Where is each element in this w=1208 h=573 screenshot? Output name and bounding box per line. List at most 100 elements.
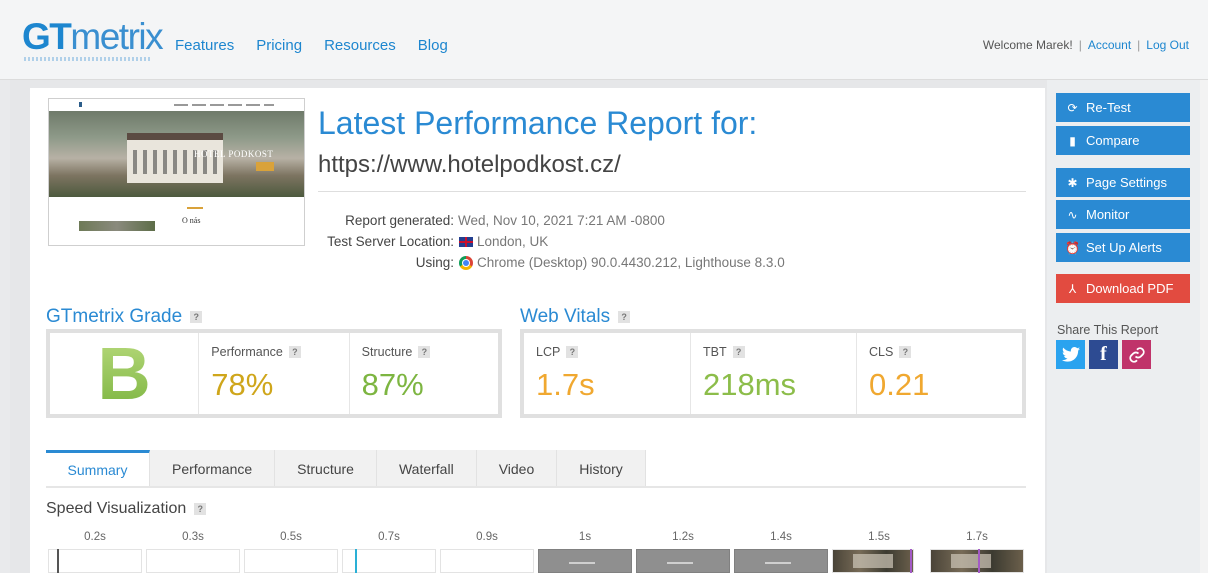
facebook-icon[interactable]: f: [1089, 340, 1118, 369]
web-vitals-title: Web Vitals?: [520, 306, 631, 328]
divider: [318, 191, 1026, 192]
thumbnail-section-text: O nás: [182, 216, 201, 225]
page-screenshot-thumbnail[interactable]: HOTEL PODKOST O nás: [48, 98, 305, 246]
filmstrip-frame[interactable]: [930, 549, 1024, 573]
tbt-value: 218ms: [703, 367, 797, 402]
web-vitals-box: LCP? 1.7s TBT? 218ms CLS? 0.21: [520, 329, 1026, 418]
filmstrip-frame[interactable]: [832, 549, 914, 573]
share-title: Share This Report: [1057, 323, 1159, 337]
cls-value: 0.21: [869, 367, 930, 402]
help-icon[interactable]: ?: [618, 311, 631, 323]
first-paint-marker: [355, 549, 357, 573]
first-byte-marker: [57, 549, 59, 573]
filmstrip-frame[interactable]: [440, 549, 534, 573]
nav-blog[interactable]: Blog: [418, 37, 448, 54]
structure-metric: Structure? 87%: [348, 333, 498, 414]
account-link[interactable]: Account: [1088, 38, 1131, 52]
report-tabs: Summary Performance Structure Waterfall …: [46, 450, 646, 487]
help-icon[interactable]: ?: [288, 346, 301, 358]
performance-metric: Performance? 78%: [199, 333, 348, 414]
pulse-icon: ∿: [1067, 207, 1078, 222]
report-title: Latest Performance Report for:: [318, 105, 758, 141]
filmstrip-frame[interactable]: [636, 549, 730, 573]
tab-summary[interactable]: Summary: [46, 450, 150, 487]
help-icon[interactable]: ?: [190, 311, 203, 323]
page-scrollbar[interactable]: [1200, 80, 1208, 573]
nav-resources[interactable]: Resources: [324, 37, 396, 54]
report-meta: Report generated: Wed, Nov 10, 2021 7:21…: [318, 210, 785, 273]
performance-value: 78%: [211, 367, 274, 402]
tick-label: 1s: [578, 531, 592, 543]
thumbnail-hero-photo: HOTEL PODKOST: [49, 111, 304, 197]
help-icon[interactable]: ?: [732, 346, 745, 358]
help-icon[interactable]: ?: [899, 346, 912, 358]
retest-button[interactable]: ⟳ Re-Test: [1056, 93, 1190, 122]
refresh-icon: ⟳: [1067, 100, 1078, 115]
tab-structure[interactable]: Structure: [275, 450, 377, 487]
filmstrip-frame[interactable]: [734, 549, 828, 573]
tick-label: 0.9s: [476, 531, 498, 543]
tab-performance[interactable]: Performance: [150, 450, 276, 487]
twitter-icon[interactable]: [1056, 340, 1085, 369]
download-pdf-button[interactable]: ⅄ Download PDF: [1056, 274, 1190, 303]
tab-video[interactable]: Video: [476, 450, 558, 487]
speed-visualization-title: Speed Visualization?: [46, 500, 207, 518]
tick-label: 1.4s: [770, 531, 792, 543]
speed-timeline-ticks: 0.2s 0.3s 0.5s 0.7s 0.9s 1s 1.2s 1.4s 1.…: [46, 531, 1026, 549]
compare-icon: ▮: [1069, 133, 1076, 148]
tick-label: 0.3s: [182, 531, 204, 543]
tab-waterfall[interactable]: Waterfall: [376, 450, 477, 487]
structure-value: 87%: [361, 367, 424, 402]
lcp-marker: [910, 549, 912, 573]
main-nav: Features Pricing Resources Blog: [175, 37, 448, 54]
filmstrip[interactable]: [46, 549, 1026, 573]
alarm-icon: ⏰: [1065, 240, 1080, 255]
compare-button[interactable]: ▮ Compare: [1056, 126, 1190, 155]
nav-features[interactable]: Features: [175, 37, 234, 54]
cls-metric: CLS? 0.21: [856, 333, 1022, 414]
tbt-metric: TBT? 218ms: [690, 333, 856, 414]
tick-label: 0.2s: [84, 531, 106, 543]
pdf-icon: ⅄: [1068, 281, 1077, 296]
tick-label: 1.5s: [868, 531, 890, 543]
filmstrip-frame[interactable]: [146, 549, 240, 573]
share-icons: f: [1056, 340, 1151, 369]
gtmetrix-grade-title: GTmetrix Grade?: [46, 306, 203, 328]
grade-letter: B: [97, 331, 151, 415]
monitor-button[interactable]: ∿ Monitor: [1056, 200, 1190, 229]
help-icon[interactable]: ?: [194, 503, 207, 515]
filmstrip-frame[interactable]: [538, 549, 632, 573]
set-up-alerts-button[interactable]: ⏰ Set Up Alerts: [1056, 233, 1190, 262]
tick-label: 1.2s: [672, 531, 694, 543]
lcp-value: 1.7s: [536, 367, 595, 402]
lcp-metric: LCP? 1.7s: [536, 345, 595, 402]
tabs-underline: [46, 486, 1026, 488]
top-bar: GTmetrix Features Pricing Resources Blog…: [0, 0, 1208, 80]
help-icon[interactable]: ?: [418, 346, 431, 358]
thumbnail-hotel-text: HOTEL PODKOST: [194, 149, 274, 159]
nav-pricing[interactable]: Pricing: [256, 37, 302, 54]
filmstrip-frame[interactable]: [48, 549, 142, 573]
report-url[interactable]: https://www.hotelpodkost.cz/: [318, 151, 621, 179]
logo-underline: [24, 57, 150, 61]
welcome-text: Welcome Marek!: [982, 38, 1073, 52]
filmstrip-frame[interactable]: [244, 549, 338, 573]
tick-label: 0.5s: [280, 531, 302, 543]
logout-link[interactable]: Log Out: [1146, 38, 1189, 52]
help-icon[interactable]: ?: [566, 346, 579, 358]
tick-label: 0.7s: [378, 531, 400, 543]
uk-flag-icon: [459, 236, 473, 247]
meta-row-generated: Report generated: Wed, Nov 10, 2021 7:21…: [345, 213, 665, 228]
gtmetrix-logo[interactable]: GTmetrix: [22, 16, 164, 58]
meta-row-location: Test Server Location: London, UK: [327, 234, 549, 249]
tick-label: 1.7s: [966, 531, 988, 543]
user-bar: Welcome Marek! | Account | Log Out: [982, 38, 1189, 52]
gear-icon: ✱: [1067, 175, 1078, 190]
site-logo-mark: [79, 102, 82, 107]
link-icon[interactable]: [1122, 340, 1151, 369]
grade-box: B Performance? 78% Structure? 87%: [46, 329, 502, 418]
page-settings-button[interactable]: ✱ Page Settings: [1056, 168, 1190, 197]
tab-history[interactable]: History: [557, 450, 646, 487]
chrome-icon: [459, 255, 473, 270]
fully-loaded-marker: [978, 549, 980, 573]
